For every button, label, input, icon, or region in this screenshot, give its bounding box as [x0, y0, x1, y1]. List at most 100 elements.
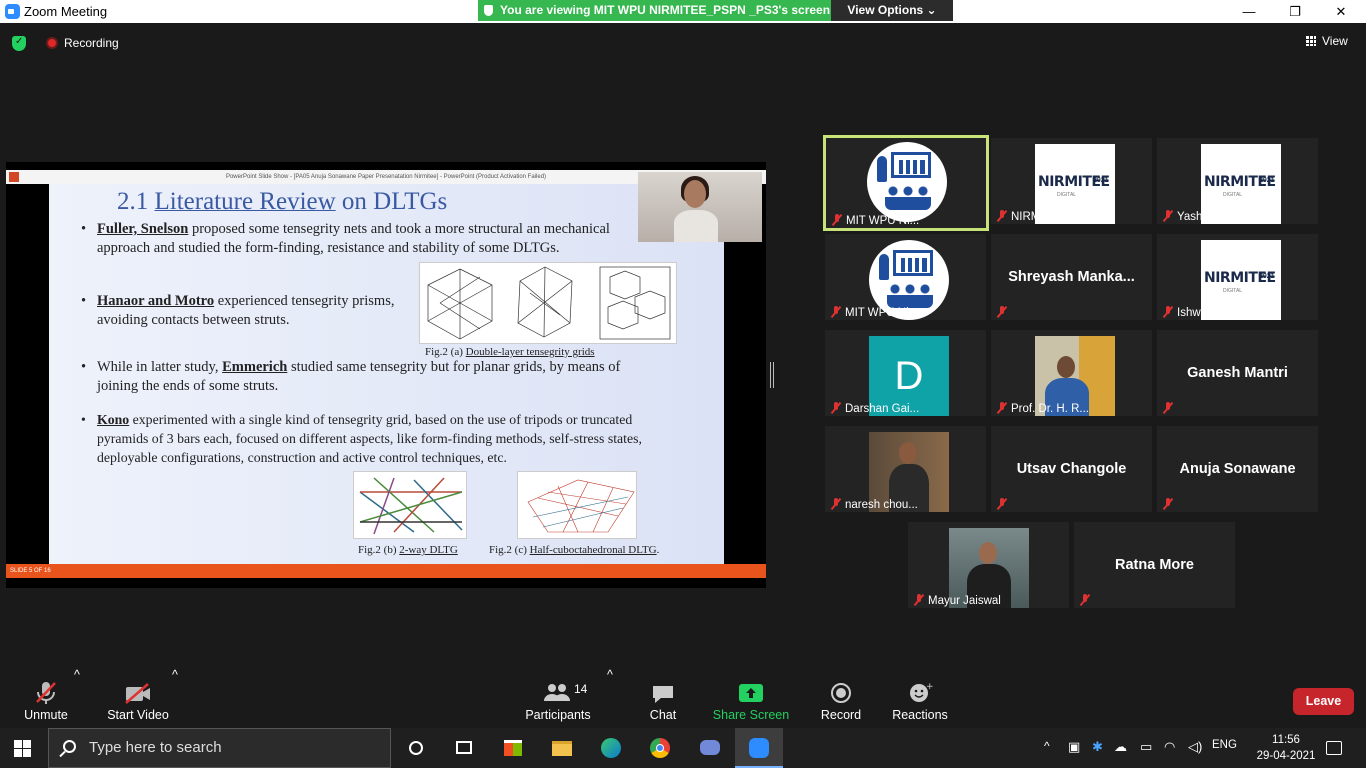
bullet-kono: Kono experimented with a single kind of … — [81, 410, 657, 467]
fig-prefix: Fig.2 (a) — [425, 346, 466, 358]
participants-options-chevron-icon[interactable]: ^ — [607, 668, 613, 728]
start-video-label: Start Video — [107, 708, 169, 722]
powerpoint-icon — [9, 172, 19, 182]
bullet-fuller: Fuller, Snelson proposed some tensegrity… — [81, 220, 642, 258]
discord-icon[interactable] — [686, 728, 734, 768]
participant-name: Yash Nandode — [1177, 211, 1253, 223]
participant-tile[interactable]: NIRMITEE 2021 DIGITAL NIRMITEE Ins... — [991, 138, 1152, 224]
video-options-chevron-icon[interactable]: ^ — [172, 668, 178, 728]
participant-tile[interactable]: Anuja Sonawane — [1157, 426, 1318, 512]
video-off-icon — [125, 683, 150, 704]
reactions-icon: + — [910, 682, 933, 702]
participant-name-large: Utsav Changole — [1016, 461, 1127, 477]
reactions-button[interactable]: + Reactions — [890, 668, 950, 728]
window-title: Zoom Meeting — [24, 4, 108, 19]
participant-name: MIT WPU Ni... — [846, 215, 920, 227]
participant-tile[interactable]: Utsav Changole — [991, 426, 1152, 512]
notifications-icon[interactable] — [1326, 741, 1342, 755]
taskbar-clock[interactable]: 11:56 29-04-2021 — [1256, 732, 1316, 764]
grid-icon — [1306, 36, 1316, 46]
search-icon — [63, 740, 76, 753]
record-icon — [831, 683, 851, 703]
volume-icon[interactable]: ◁) — [1188, 739, 1202, 755]
participant-tile[interactable]: MIT WPU Ni... — [825, 234, 986, 320]
participant-name: naresh chou... — [845, 499, 918, 511]
store-icon[interactable] — [489, 728, 537, 768]
face — [899, 442, 917, 464]
taskbar-search-box[interactable]: Type here to search — [48, 728, 391, 768]
participants-button[interactable]: 14 Participants — [524, 668, 592, 728]
clock-time: 11:56 — [1272, 734, 1300, 746]
chrome-browser-icon[interactable] — [636, 728, 684, 768]
figure-a-image — [419, 262, 677, 344]
shared-screen[interactable]: PowerPoint Slide Show - [PA05 Anuja Sona… — [6, 162, 766, 588]
record-button[interactable]: Record — [814, 668, 868, 728]
participant-tile[interactable]: NIRMITEE 2021 DIGITAL Yash Nandode — [1157, 138, 1318, 224]
windows-start-icon[interactable] — [14, 740, 31, 757]
participant-tile[interactable]: Ratna More — [1074, 522, 1235, 608]
participant-tile[interactable]: naresh chou... — [825, 426, 986, 512]
fig-prefix: Fig.2 (c) — [489, 544, 530, 556]
participant-name: Mayur Jaiswal — [928, 595, 1001, 607]
security-shield-icon[interactable] — [12, 36, 26, 51]
participant-tile[interactable]: Mayur Jaiswal — [908, 522, 1069, 608]
mic-muted-icon — [913, 594, 925, 606]
task-view-icon[interactable] — [440, 728, 488, 768]
cortana-icon[interactable] — [392, 728, 440, 768]
share-screen-button[interactable]: Share Screen — [712, 668, 790, 728]
figure-b-caption: Fig.2 (b) 2-way DLTG — [358, 544, 458, 556]
participant-tile[interactable]: Shreyash Manka... — [991, 234, 1152, 320]
bluetooth-icon[interactable]: ✱ — [1092, 739, 1103, 755]
participants-count: 14 — [574, 682, 588, 696]
window-titlebar: Zoom Meeting You are viewing MIT WPU NIR… — [0, 0, 1366, 23]
slide-counter: SLIDE 5 OF 16 — [10, 568, 51, 574]
mic-muted-icon — [1079, 594, 1091, 606]
battery-icon[interactable]: ▭ — [1140, 739, 1152, 755]
start-video-button[interactable]: Start Video — [106, 668, 170, 728]
language-indicator[interactable]: ENG — [1212, 739, 1237, 751]
figure-b-image — [353, 471, 467, 539]
participant-tile[interactable]: D Darshan Gai... — [825, 330, 986, 416]
leave-meeting-button[interactable]: Leave — [1293, 688, 1354, 715]
participant-name: Ishwari Patil — [1177, 307, 1239, 319]
participant-tile[interactable]: Prof. Dr. H. R... — [991, 330, 1152, 416]
participant-tile[interactable]: MIT WPU Ni... — [823, 135, 989, 231]
audio-options-chevron-icon[interactable]: ^ — [74, 668, 80, 728]
logo-year: 2021 — [1259, 177, 1275, 184]
participant-name: MIT WPU Ni... — [845, 307, 919, 319]
reactions-label: Reactions — [892, 708, 948, 722]
unmute-button[interactable]: Unmute — [14, 668, 78, 728]
powerpoint-title: PowerPoint Slide Show - [PA05 Anuja Sona… — [225, 174, 547, 180]
meet-now-icon[interactable]: ▣ — [1068, 739, 1080, 755]
mic-muted-icon — [830, 498, 842, 510]
view-options-button[interactable]: View Options ⌄ — [831, 0, 953, 21]
file-explorer-icon[interactable] — [538, 728, 586, 768]
show-hidden-icons-chevron-icon[interactable]: ^ — [1044, 739, 1050, 753]
chat-button[interactable]: Chat — [636, 668, 690, 728]
bars-icon — [901, 258, 927, 272]
view-layout-button[interactable]: View — [1306, 34, 1348, 48]
view-label: View — [1322, 34, 1348, 48]
minimize-button[interactable]: — — [1226, 2, 1272, 21]
participants-label: Participants — [525, 708, 591, 722]
zoom-taskbar-icon[interactable] — [735, 728, 783, 768]
presenter-video — [638, 172, 762, 242]
bullet-author: Kono — [97, 412, 130, 427]
clock-date: 29-04-2021 — [1256, 750, 1316, 762]
bars-icon — [899, 160, 925, 174]
logo-sub: DIGITAL — [1057, 192, 1077, 198]
participant-name-large: Ganesh Mantri — [1187, 365, 1288, 381]
participant-name: Darshan Gai... — [845, 403, 920, 415]
participant-tile[interactable]: Ganesh Mantri — [1157, 330, 1318, 416]
zoom-app-icon — [5, 4, 20, 19]
splitter-handle[interactable] — [770, 362, 774, 388]
onedrive-icon[interactable]: ☁ — [1114, 739, 1127, 755]
wifi-icon[interactable]: ◠ — [1164, 739, 1175, 755]
face — [979, 542, 997, 564]
participant-tile[interactable]: NIRMITEE 2021 DIGITAL Ishwari Patil — [1157, 234, 1318, 320]
close-window-button[interactable]: ✕ — [1318, 2, 1364, 21]
edge-browser-icon[interactable] — [587, 728, 635, 768]
figure-a-caption: Fig.2 (a) Double-layer tensegrity grids — [425, 346, 595, 358]
restore-button[interactable]: ❐ — [1272, 2, 1318, 21]
bullet-author: Hanaor and Motro — [97, 293, 215, 309]
